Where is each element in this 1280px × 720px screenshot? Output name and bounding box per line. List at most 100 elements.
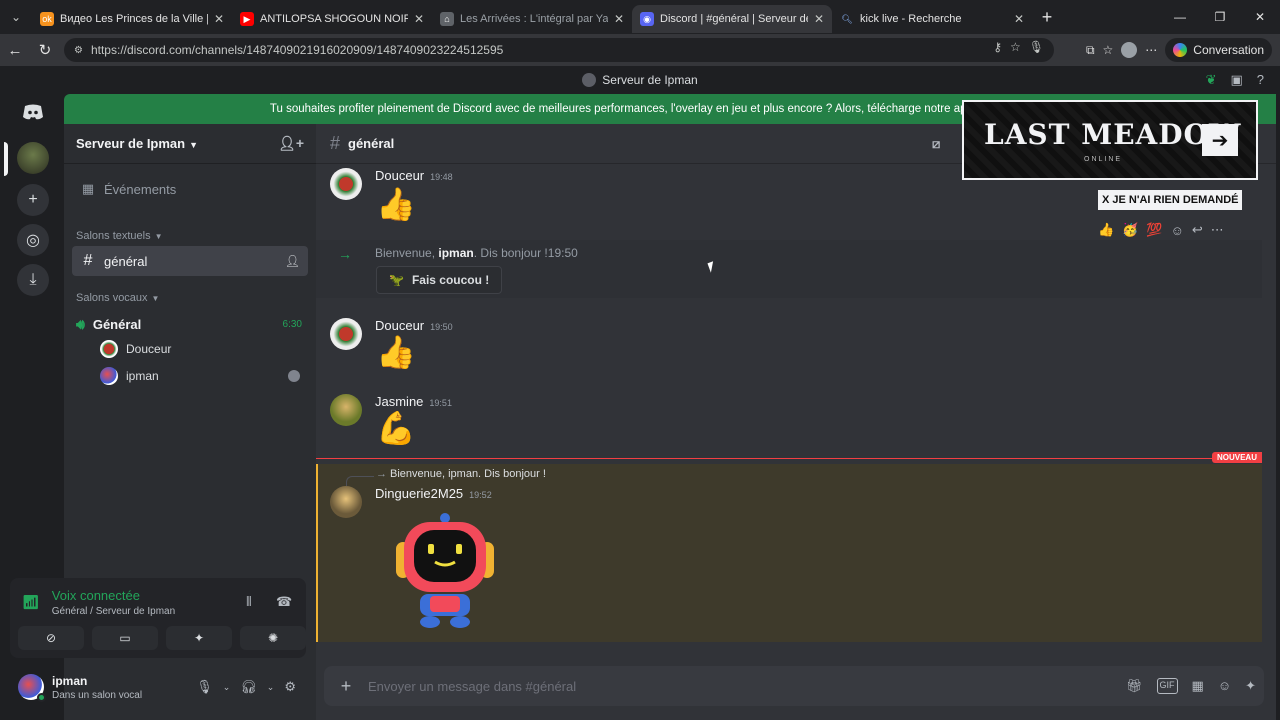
add-reaction-icon[interactable]: ☺ [1171,223,1184,238]
last-meadow-ad[interactable]: LAST MEADOW ONLINE ➔ [962,100,1258,180]
reaction-thumbs-up[interactable]: 👍 [1098,222,1114,238]
browser-tab-4-active[interactable]: ◉ Discord | #général | Serveur de Ipman … [632,5,832,33]
help-icon[interactable]: ? [1257,72,1264,88]
microphone-icon[interactable]: 🎙︎ [196,679,213,695]
browser-tab-3[interactable]: ⌂ Les Arrivées : L'intégral par Yan123 ✕ [432,5,632,33]
attach-plus-icon[interactable]: + [324,676,368,697]
message-hover-toolbar: 👍 🥳 💯 ☺ ↩ ⋯ [1098,222,1224,238]
server-header[interactable]: Serveur de Ipman ▼ 👤︎+ [64,124,316,164]
browser-tab-5[interactable]: 🔍︎ kick live - Recherche ✕ [832,5,1032,33]
avatar[interactable] [330,168,362,200]
message-composer[interactable]: + Envoyer un message dans #général 🎁︎ GI… [324,666,1264,706]
discover-compass-icon[interactable]: ◎ [17,224,49,256]
close-tab-icon[interactable]: ✕ [814,12,824,26]
highlighted-message[interactable]: → Bienvenue, ipman. Dis bonjour ! Dinguer… [316,464,1262,642]
message-item[interactable]: Douceur 19:50 👍 [316,318,1262,384]
channel-label: général [104,253,148,269]
threads-icon[interactable]: ⧄ [932,136,940,152]
reload-icon[interactable]: ↻ [30,41,60,59]
minimize-icon[interactable]: — [1160,10,1200,24]
reply-icon[interactable]: ↩ [1192,222,1203,238]
profile-avatar-icon[interactable] [1121,42,1138,58]
camera-off-button[interactable]: ⊘ [18,626,84,650]
message-author[interactable]: Jasmine [375,394,423,409]
message-author[interactable]: Douceur [375,318,424,333]
message-item[interactable]: Jasmine 19:51 💪 [316,394,1262,454]
speaker-icon: 🔊︎ [76,315,85,332]
system-user-name[interactable]: ipman [438,246,473,260]
close-window-icon[interactable]: ✕ [1240,10,1280,24]
headphones-icon[interactable]: 🎧︎ [240,679,257,695]
window-title: Serveur de Ipman [602,73,698,87]
url-field[interactable]: ⚙ https://discord.com/channels/148740902… [64,38,1054,62]
back-icon[interactable]: ← [0,42,30,59]
extension-icon[interactable]: ⧉ [1086,43,1095,58]
site-info-icon[interactable]: ⚙ [74,45,83,56]
chevron-down-icon[interactable]: ⌄ [223,682,231,693]
avatar[interactable] [330,318,362,350]
voice-user-ipman[interactable]: ipman [100,365,304,387]
voice-user-douceur[interactable]: Douceur [100,338,304,360]
events-item[interactable]: ▦ Événements [72,174,308,204]
avatar[interactable] [330,486,362,518]
message-author[interactable]: Douceur [375,168,424,183]
avatar[interactable] [330,394,362,426]
close-tab-icon[interactable]: ✕ [414,12,424,26]
close-tab-icon[interactable]: ✕ [614,12,624,26]
more-options-icon[interactable]: ⋯ [1211,222,1224,238]
message-author[interactable]: Dinguerie2M25 [375,486,463,501]
favorites-icon[interactable]: ☆ [1103,43,1114,57]
user-status: Dans un salon vocal [52,689,143,701]
apps-icon[interactable]: ✦ [1245,678,1256,694]
disconnect-icon[interactable]: ☎ [276,594,292,610]
gif-icon[interactable]: GIF [1156,678,1178,694]
voice-location[interactable]: Général / Serveur de Ipman [52,606,175,617]
tab-search-icon[interactable]: ⌄ [0,0,32,34]
reaction-party[interactable]: 🥳 [1122,222,1138,238]
browser-tab-1[interactable]: ok Видео Les Princes de la Ville | OK.ru… [32,5,232,33]
create-invite-icon[interactable]: 👤︎ [285,254,300,268]
title-bar-actions: ❦ ▣ ? [1206,72,1264,88]
nitro-leaf-icon[interactable]: ❦ [1206,72,1217,88]
add-server-icon[interactable]: + [17,184,49,216]
key-icon[interactable]: ⚷ [993,40,1002,54]
wave-button[interactable]: 🦖 Fais coucou ! [376,266,503,294]
voice-status[interactable]: Voix connectée [52,588,175,603]
noise-suppression-icon[interactable]: ⦀ [246,594,252,610]
inbox-icon[interactable]: ▣ [1230,72,1242,88]
composer-placeholder[interactable]: Envoyer un message dans #général [368,679,576,694]
reaction-100[interactable]: 💯 [1146,222,1162,238]
arrow-right-icon[interactable]: ➔ [1202,124,1238,156]
user-avatar[interactable] [18,674,46,702]
invite-people-icon[interactable]: 👤︎+ [278,135,304,152]
close-tab-icon[interactable]: ✕ [214,12,224,26]
bookmark-star-icon[interactable]: ☆ [1010,40,1021,54]
maximize-icon[interactable]: ❐ [1200,10,1240,24]
chevron-down-icon[interactable]: ⌄ [267,682,275,693]
emoji-picker-icon[interactable]: ☺ [1218,678,1231,694]
screen-share-button[interactable]: ▭ [92,626,158,650]
copilot-conversation-button[interactable]: Conversation [1165,38,1272,62]
deafened-icon [288,370,300,382]
settings-gear-icon[interactable]: ⚙ [284,679,296,695]
more-menu-icon[interactable]: ⋯ [1145,43,1157,57]
voice-channels-category[interactable]: Salons vocaux ▼ [76,292,159,304]
welcome-system-message[interactable]: → Bienvenue, ipman. Dis bonjour !19:50 🦖… [316,240,1262,298]
gift-icon[interactable]: 🎁︎ [1126,678,1143,694]
download-icon[interactable]: ⤓ [17,264,49,296]
channel-general[interactable]: # général 👤︎ [72,246,308,276]
sticker-icon[interactable]: ▦ [1192,678,1204,694]
browser-tab-2[interactable]: ▶ ANTILOPSA SHOGOUN NOIR feat... ✕ [232,5,432,33]
ad-dismiss-button[interactable]: X JE N'AI RIEN DEMANDÉ [1098,190,1243,210]
reply-preview[interactable]: → Bienvenue, ipman. Dis bonjour ! [376,468,546,480]
close-tab-icon[interactable]: ✕ [1014,12,1024,26]
server-ipman-icon[interactable] [17,142,49,174]
soundboard-button[interactable]: ✺ [240,626,306,650]
chat-area: # général ⧄ Douceur 19:48 👍 → Bienvenue, … [316,124,1276,720]
activities-button[interactable]: ✦ [166,626,232,650]
discord-home-icon[interactable] [17,96,49,128]
mic-icon[interactable]: 🎙︎ [1029,40,1044,54]
text-channels-category[interactable]: Salons textuels ▼ [76,230,163,242]
voice-channel-general[interactable]: 🔊︎ Général 6:30 [76,312,304,336]
new-tab-button[interactable]: + [1032,7,1062,28]
